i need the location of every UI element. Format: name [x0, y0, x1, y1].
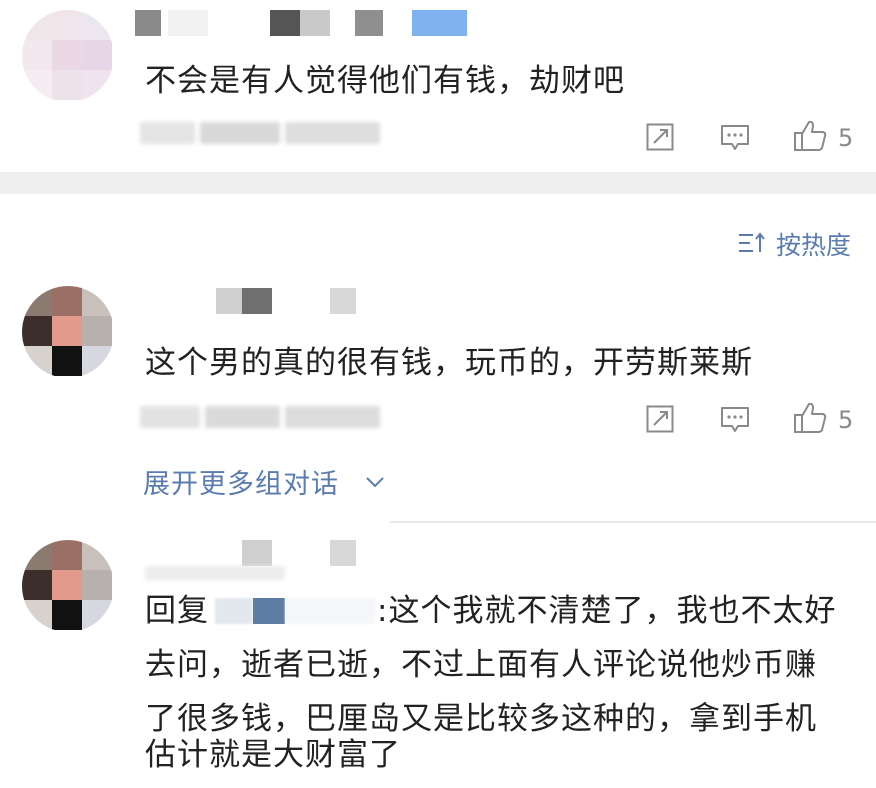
- sort-icon: [738, 231, 766, 255]
- comment-text: 不会是有人觉得他们有钱，劫财吧: [145, 63, 625, 99]
- sort-by-hot-button[interactable]: 按热度: [738, 226, 858, 260]
- comment-icon[interactable]: [719, 404, 751, 436]
- sort-label: 按热度: [776, 231, 852, 260]
- reply-line-1: 回复 :这个我就不清楚了，我也不太好: [145, 588, 836, 634]
- comment-text: 这个男的真的很有钱，玩币的，开劳斯莱斯: [145, 345, 753, 381]
- avatar[interactable]: [22, 10, 114, 102]
- avatar[interactable]: [22, 540, 114, 632]
- chevron-down-icon: [365, 474, 385, 488]
- reply-text-line-2: 去问，逝者已逝，不过上面有人评论说他炒币赚: [145, 647, 817, 683]
- like-count: 5: [838, 124, 854, 152]
- thumbs-up-icon[interactable]: [792, 118, 828, 154]
- section-separator: [0, 172, 876, 194]
- share-icon[interactable]: [645, 404, 675, 434]
- avatar[interactable]: [22, 286, 114, 378]
- reply-text-line-1: :这个我就不清楚了，我也不太好: [377, 593, 837, 629]
- like-count: 5: [838, 406, 854, 434]
- comment-icon[interactable]: [719, 122, 751, 154]
- reply-prefix: 回复: [145, 593, 209, 629]
- reply-text-line-4: 估计就是大财富了: [145, 737, 401, 773]
- expand-more-conversations[interactable]: 展开更多组对话: [143, 462, 403, 502]
- divider-line: [390, 521, 876, 523]
- thumbs-up-icon[interactable]: [792, 400, 828, 436]
- mentioned-user-redacted[interactable]: [209, 597, 377, 628]
- share-icon[interactable]: [645, 122, 675, 152]
- expand-label: 展开更多组对话: [143, 469, 339, 500]
